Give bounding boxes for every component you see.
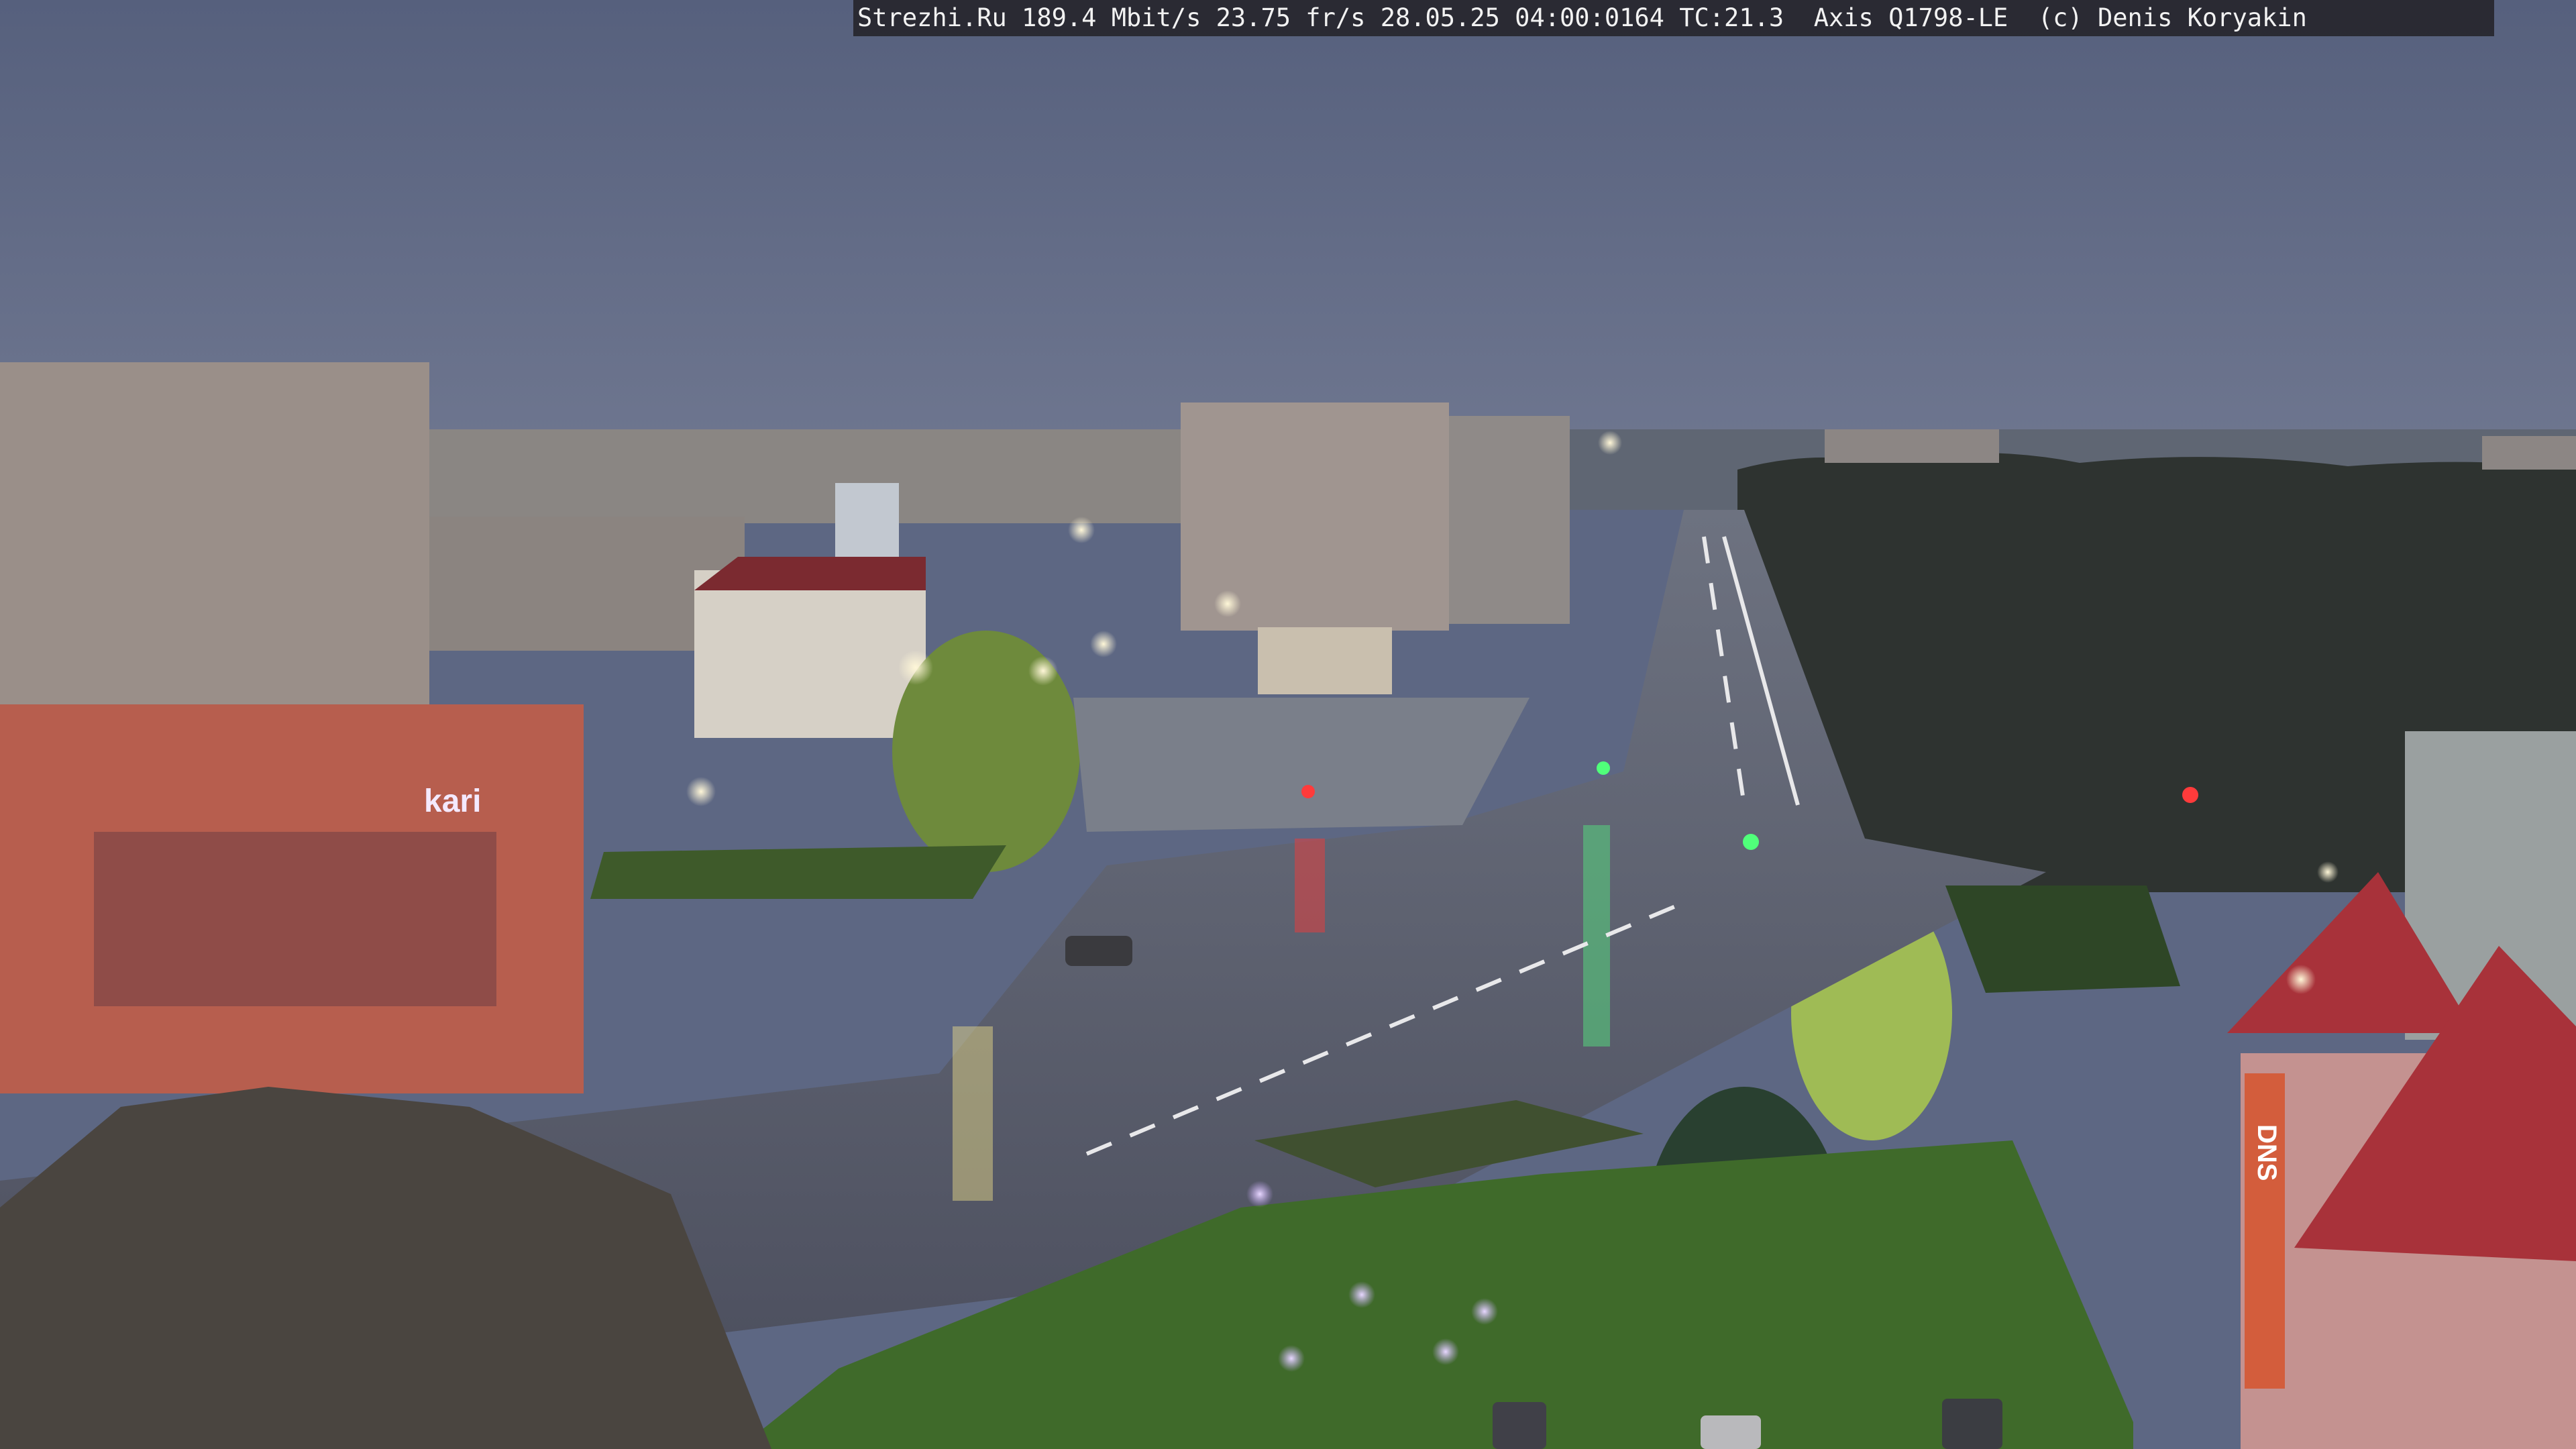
lawn-right bbox=[1945, 885, 2180, 993]
overlay-framerate: 23.75 fr/s bbox=[1216, 3, 1366, 32]
street-lamp bbox=[1214, 590, 1241, 617]
distant-block-1 bbox=[429, 429, 1181, 523]
distant-block-2 bbox=[1825, 429, 1999, 463]
street-lamp bbox=[1278, 1345, 1305, 1372]
red-roof-building bbox=[694, 570, 926, 738]
street-lamp bbox=[686, 777, 716, 806]
street-lamp bbox=[898, 650, 933, 685]
webcam-scene: kari DNS bbox=[0, 0, 2576, 1449]
overlay-copyright: (c) Denis Koryakin bbox=[2037, 3, 2307, 32]
street-lamp bbox=[1432, 1338, 1459, 1365]
traffic-light-red bbox=[1301, 785, 1315, 798]
street-lamp bbox=[2317, 861, 2339, 883]
overlay-site: Strezhi.Ru bbox=[857, 3, 1007, 32]
street-lamp bbox=[1246, 1181, 1273, 1208]
center-tower-right bbox=[1449, 416, 1570, 624]
traffic-light-green bbox=[1597, 761, 1610, 775]
left-shop-lower bbox=[94, 832, 496, 1006]
parked-car bbox=[1942, 1399, 2002, 1449]
plaza bbox=[1073, 698, 1529, 832]
dns-sign: DNS bbox=[2252, 1124, 2282, 1181]
reflection-red bbox=[1295, 839, 1325, 932]
blue-roof-tower bbox=[835, 483, 899, 557]
camera-info-overlay: Strezhi.Ru 189.4 Mbit/s 23.75 fr/s 28.05… bbox=[853, 0, 2494, 36]
street-lamp bbox=[2286, 965, 2316, 994]
parked-car bbox=[1065, 936, 1132, 966]
kari-sign: kari bbox=[424, 784, 481, 819]
reflection-green bbox=[1583, 825, 1610, 1046]
parked-car bbox=[1701, 1415, 1761, 1449]
dns-sign-panel bbox=[2245, 1073, 2285, 1389]
street-lamp bbox=[1348, 1281, 1375, 1308]
lawn-plaza bbox=[590, 845, 1006, 899]
parked-car bbox=[1493, 1402, 1546, 1449]
street-lamp bbox=[1471, 1298, 1498, 1325]
distant-block-3 bbox=[2482, 436, 2576, 470]
overlay-datetime: 28.05.25 04:00:0164 bbox=[1380, 3, 1664, 32]
traffic-light-red bbox=[2182, 787, 2198, 803]
street-lamp bbox=[1028, 656, 1058, 686]
overlay-camera: Axis Q1798-LE bbox=[1813, 3, 2008, 32]
center-low-building bbox=[1258, 627, 1392, 694]
street-lamp bbox=[1068, 517, 1095, 543]
traffic-light-green bbox=[1743, 834, 1759, 850]
overlay-tc: TC:21.3 bbox=[1679, 3, 1784, 32]
reflection-yellow bbox=[953, 1026, 993, 1201]
street-lamp bbox=[1090, 631, 1117, 657]
overlay-bitrate: 189.4 Mbit/s bbox=[1022, 3, 1201, 32]
street-lamp bbox=[1598, 431, 1622, 455]
